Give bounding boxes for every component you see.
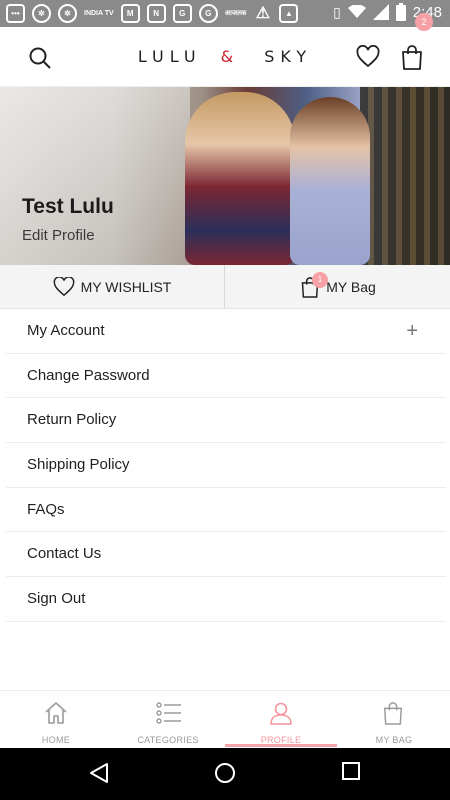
menu-item-label: My Account xyxy=(27,322,105,339)
brand-name-right: SKY xyxy=(264,47,313,66)
nav-label: MY BAG xyxy=(375,735,413,745)
bag-icon xyxy=(383,702,403,725)
hindi-text-icon: आजतक xyxy=(224,9,247,17)
messages-icon: ••• xyxy=(6,4,25,23)
menu-item-sign-out[interactable]: Sign Out xyxy=(6,577,446,622)
expand-plus-icon[interactable]: + xyxy=(406,309,418,353)
profile-banner: Test Lulu Edit Profile xyxy=(0,87,450,265)
warning-icon: ⚠ xyxy=(255,4,271,22)
profile-name: Test Lulu xyxy=(22,195,114,218)
nav-label: HOME xyxy=(41,735,71,745)
bottom-navigation: HOME CATEGORIES PROFILE MY BAG xyxy=(0,690,450,748)
menu-item-contact-us[interactable]: Contact Us xyxy=(6,532,446,578)
wishlist-heart-icon[interactable] xyxy=(356,45,380,69)
menu-item-label: Change Password xyxy=(27,366,150,384)
notification-icons: ••• ✲ ✲ INDIA TV M N G G आजतक ⚠ ▲ xyxy=(6,4,299,23)
system-navigation-bar xyxy=(0,748,450,800)
n-icon: N xyxy=(146,4,166,23)
nav-label: CATEGORIES xyxy=(137,735,199,745)
g-icon: G xyxy=(198,4,218,23)
nav-profile[interactable]: PROFILE xyxy=(225,691,337,749)
account-menu: My Account + Change Password Return Poli… xyxy=(6,309,446,622)
g-icon: G xyxy=(172,4,192,23)
india-tv-icon: INDIA TV xyxy=(84,9,114,17)
banner-model-left xyxy=(185,92,295,265)
status-bar: ••• ✲ ✲ INDIA TV M N G G आजतक ⚠ ▲ ▯ 2:48 xyxy=(0,0,450,27)
brand-logo[interactable]: LULU & SKY xyxy=(0,47,450,66)
heart-icon xyxy=(53,277,74,297)
menu-item-my-account[interactable]: My Account + xyxy=(6,309,446,354)
bag-icon[interactable] xyxy=(400,44,424,70)
my-bag-count-badge: 1 xyxy=(312,272,328,288)
banner-door xyxy=(360,87,450,265)
list-icon xyxy=(156,702,181,724)
banner-model-right xyxy=(290,97,370,265)
person-icon xyxy=(270,702,292,725)
my-wishlist-button[interactable]: MY WISHLIST xyxy=(0,265,225,309)
menu-item-faqs[interactable]: FAQs xyxy=(6,488,446,533)
quick-links-row: MY WISHLIST MY Bag xyxy=(0,265,450,309)
brand-ampersand: & xyxy=(220,47,240,66)
bag-count-badge: 2 xyxy=(415,13,433,31)
home-circle-icon[interactable] xyxy=(214,762,236,784)
menu-item-change-password[interactable]: Change Password xyxy=(6,354,446,399)
brand-name-left: LULU xyxy=(137,47,202,66)
nav-my-bag[interactable]: MY BAG xyxy=(338,691,450,749)
menu-item-shipping-policy[interactable]: Shipping Policy xyxy=(6,443,446,488)
gmail-icon: M xyxy=(120,4,140,23)
vibrate-icon: ▯ xyxy=(333,3,341,20)
menu-item-label: FAQs xyxy=(27,500,65,518)
battery-icon xyxy=(395,3,406,21)
menu-item-return-policy[interactable]: Return Policy xyxy=(6,398,446,444)
my-wishlist-label: MY WISHLIST xyxy=(80,279,172,295)
settings-icon: ✲ xyxy=(32,4,51,23)
signal-icon xyxy=(372,4,389,20)
my-bag-label: MY Bag xyxy=(326,279,376,295)
nav-home[interactable]: HOME xyxy=(0,691,112,749)
active-tab-indicator xyxy=(225,744,337,747)
app-header: LULU & SKY xyxy=(0,27,450,87)
wifi-icon xyxy=(347,5,366,18)
home-icon xyxy=(45,702,67,724)
image-icon: ▲ xyxy=(279,4,299,23)
back-icon[interactable] xyxy=(89,762,109,784)
menu-item-label: Return Policy xyxy=(27,411,117,429)
nav-categories[interactable]: CATEGORIES xyxy=(112,691,224,749)
menu-item-label: Contact Us xyxy=(27,545,102,563)
recents-icon[interactable] xyxy=(342,762,360,780)
settings-icon: ✲ xyxy=(58,4,77,23)
menu-item-label: Sign Out xyxy=(27,590,86,608)
menu-item-label: Shipping Policy xyxy=(27,456,130,474)
my-bag-button[interactable]: MY Bag xyxy=(226,265,450,309)
edit-profile-link[interactable]: Edit Profile xyxy=(22,227,95,244)
